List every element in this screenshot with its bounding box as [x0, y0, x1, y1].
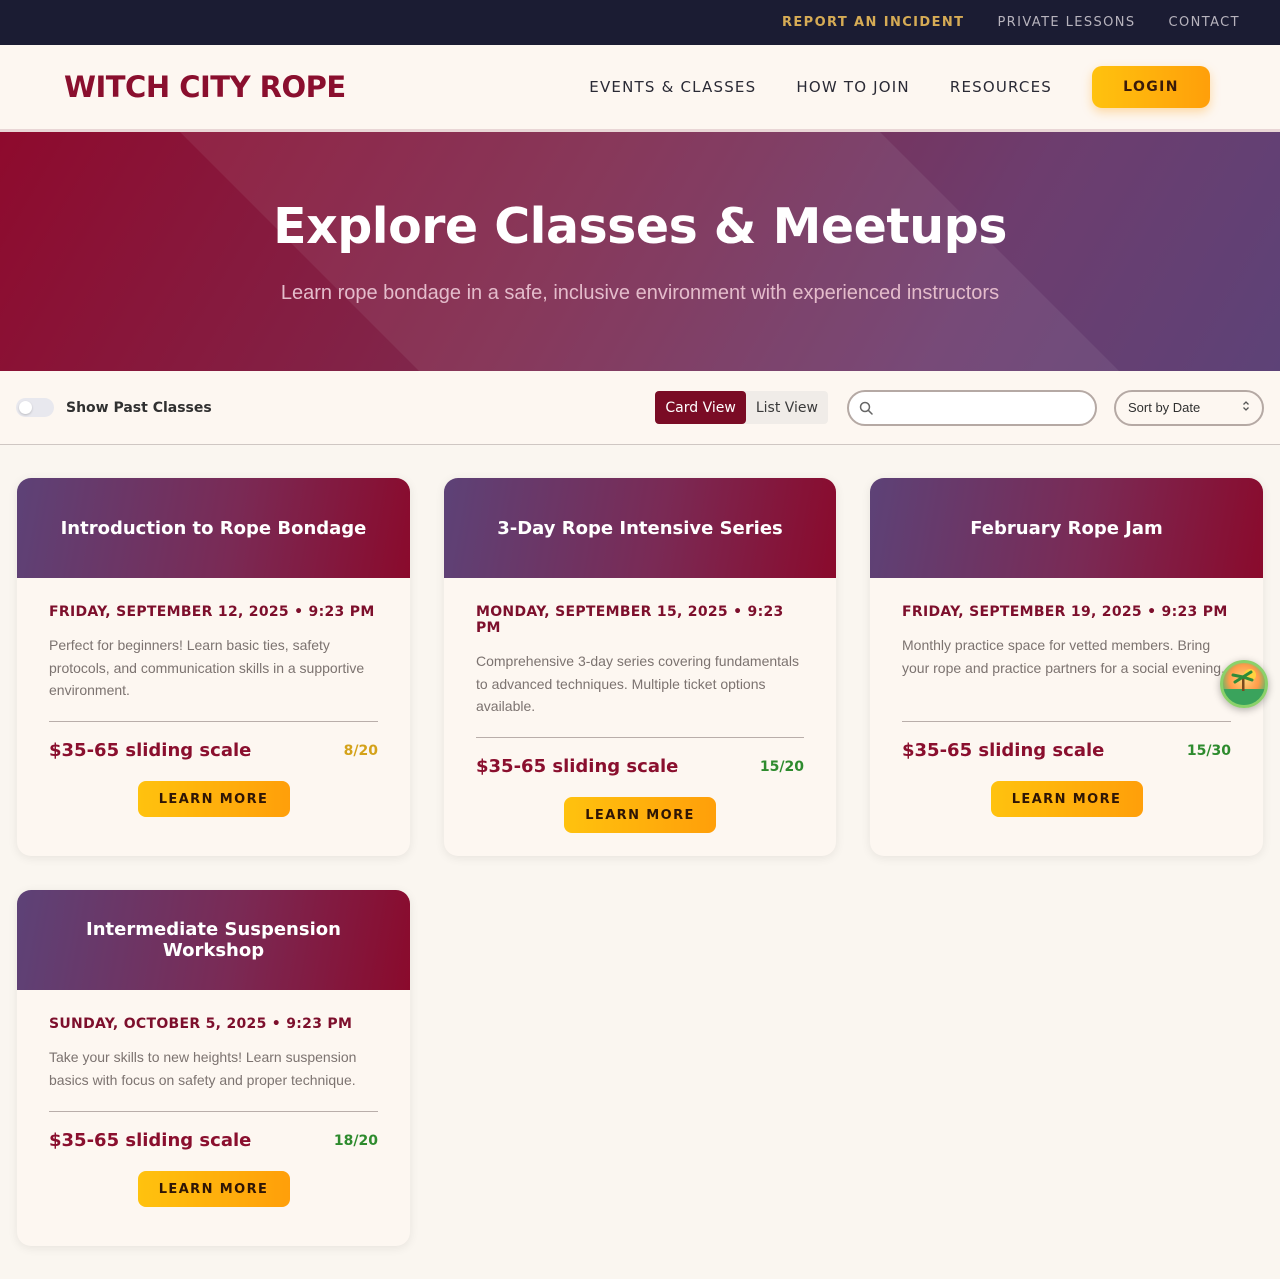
event-date: SUNDAY, OCTOBER 5, 2025 • 9:23 PM	[49, 1016, 353, 1032]
event-price: $35-65 sliding scale	[902, 740, 1105, 761]
event-title[interactable]: 3-Day Rope Intensive Series	[444, 478, 836, 578]
event-capacity: 18/20	[333, 1132, 378, 1149]
card-view-button[interactable]: Card View	[655, 391, 746, 424]
sort-select-value: Sort by Date	[1128, 400, 1201, 415]
login-button[interactable]: LOGIN	[1092, 66, 1210, 108]
event-card: 3-Day Rope Intensive Series MONDAY, SEPT…	[444, 478, 836, 856]
chevron-updown-icon	[1242, 400, 1250, 415]
event-description: Comprehensive 3-day series covering fund…	[476, 653, 799, 714]
price-row: $35-65 sliding scale 15/20	[476, 756, 804, 777]
event-title[interactable]: Introduction to Rope Bondage	[17, 478, 410, 578]
event-capacity: 8/20	[343, 742, 378, 759]
event-date: FRIDAY, SEPTEMBER 19, 2025 • 9:23 PM	[902, 604, 1228, 620]
event-card-body: SUNDAY, OCTOBER 5, 2025 • 9:23 PM Take y…	[17, 990, 410, 1246]
event-card-body: FRIDAY, SEPTEMBER 19, 2025 • 9:23 PM Mon…	[870, 578, 1263, 856]
sort-select[interactable]: Sort by Date	[1114, 389, 1264, 426]
event-card-body: MONDAY, SEPTEMBER 15, 2025 • 9:23 PM Com…	[444, 578, 836, 856]
floating-assistant-icon[interactable]	[1220, 660, 1268, 708]
contact-link[interactable]: CONTACT	[1169, 15, 1240, 30]
show-past-toggle[interactable]	[16, 398, 54, 417]
event-capacity: 15/30	[1186, 742, 1231, 759]
event-description: Take your skills to new heights! Learn s…	[49, 1049, 357, 1088]
nav-events-classes[interactable]: EVENTS & CLASSES	[589, 78, 756, 96]
page-subtitle: Learn rope bondage in a safe, inclusive …	[280, 282, 1000, 304]
search-input[interactable]	[881, 399, 1081, 416]
list-view-button[interactable]: List View	[746, 391, 828, 424]
event-title[interactable]: Intermediate Suspension Workshop	[17, 890, 410, 990]
site-header: WITCH CITY ROPE EVENTS & CLASSES HOW TO …	[0, 45, 1280, 132]
price-row: $35-65 sliding scale 18/20	[49, 1130, 378, 1151]
event-card: February Rope Jam FRIDAY, SEPTEMBER 19, …	[870, 478, 1263, 856]
event-title[interactable]: February Rope Jam	[870, 478, 1263, 578]
show-past-label: Show Past Classes	[66, 399, 212, 416]
event-date: FRIDAY, SEPTEMBER 12, 2025 • 9:23 PM	[49, 604, 375, 620]
search-box	[847, 389, 1097, 426]
hero-banner: Explore Classes & Meetups Learn rope bon…	[0, 132, 1280, 371]
learn-more-button[interactable]: LEARN MORE	[564, 797, 716, 833]
event-date: MONDAY, SEPTEMBER 15, 2025 • 9:23 PM	[476, 604, 784, 636]
event-price: $35-65 sliding scale	[49, 1130, 252, 1151]
divider	[49, 721, 378, 722]
report-incident-link[interactable]: REPORT AN INCIDENT	[782, 15, 964, 30]
event-card: Introduction to Rope Bondage FRIDAY, SEP…	[17, 478, 410, 856]
event-card-body: FRIDAY, SEPTEMBER 12, 2025 • 9:23 PM Per…	[17, 578, 410, 856]
event-price: $35-65 sliding scale	[49, 740, 252, 761]
nav-resources[interactable]: RESOURCES	[950, 78, 1052, 96]
divider	[902, 721, 1231, 722]
search-icon	[859, 401, 873, 415]
main-nav: EVENTS & CLASSES HOW TO JOIN RESOURCES L…	[549, 66, 1210, 108]
event-card: Intermediate Suspension Workshop SUNDAY,…	[17, 890, 410, 1246]
view-switch: Card View List View	[655, 391, 828, 424]
page-title: Explore Classes & Meetups	[273, 198, 1007, 255]
event-capacity: 15/20	[759, 758, 804, 775]
learn-more-button[interactable]: LEARN MORE	[990, 781, 1143, 817]
learn-more-button[interactable]: LEARN MORE	[137, 781, 290, 817]
site-logo[interactable]: WITCH CITY ROPE	[64, 70, 346, 104]
price-row: $35-65 sliding scale 8/20	[49, 740, 378, 761]
event-description: Monthly practice space for vetted member…	[902, 637, 1225, 676]
price-row: $35-65 sliding scale 15/30	[902, 740, 1231, 761]
toggle-knob	[19, 401, 32, 414]
divider	[476, 737, 804, 738]
private-lessons-link[interactable]: PRIVATE LESSONS	[997, 15, 1135, 30]
filter-bar: Show Past Classes Card View List View So…	[0, 371, 1280, 445]
event-description: Perfect for beginners! Learn basic ties,…	[49, 637, 365, 698]
learn-more-button[interactable]: LEARN MORE	[137, 1171, 290, 1207]
utility-bar: REPORT AN INCIDENT PRIVATE LESSONS CONTA…	[0, 0, 1280, 45]
event-card-grid: Introduction to Rope Bondage FRIDAY, SEP…	[0, 445, 1280, 1246]
event-price: $35-65 sliding scale	[476, 756, 679, 777]
divider	[49, 1111, 378, 1112]
nav-how-to-join[interactable]: HOW TO JOIN	[796, 78, 910, 96]
